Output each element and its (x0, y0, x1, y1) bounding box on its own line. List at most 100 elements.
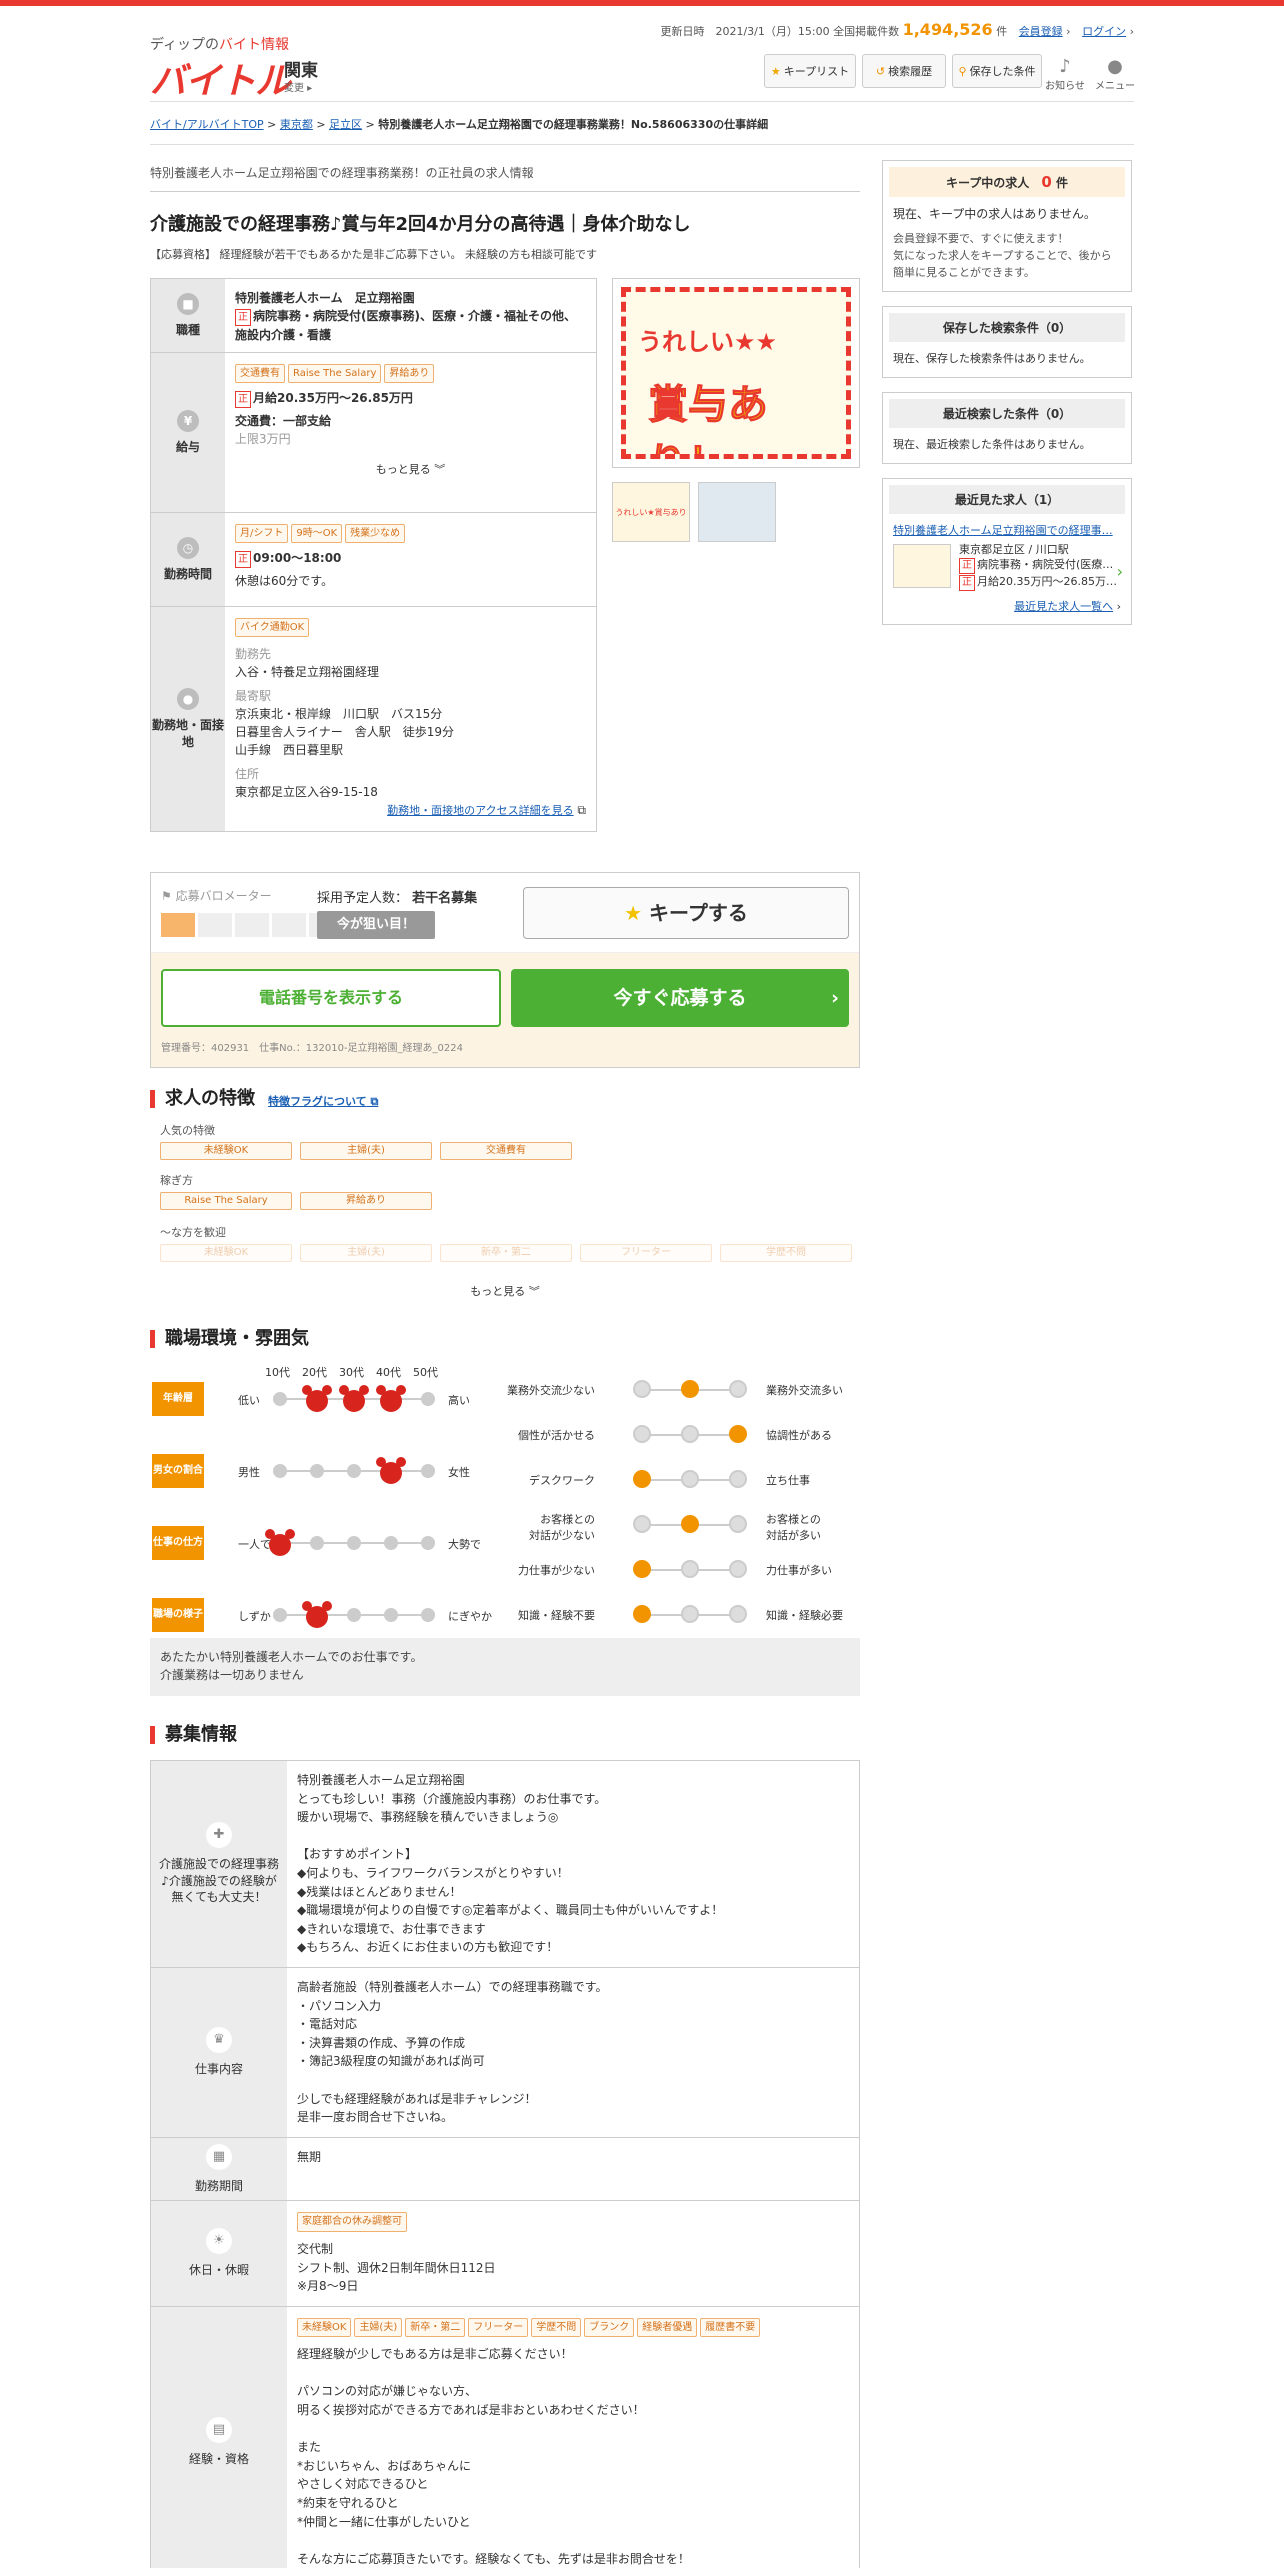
scale-dot (729, 1425, 747, 1443)
saved-conditions-button[interactable]: ⚲ 保存した条件 (952, 54, 1042, 88)
hours-tag: 月/シフト (235, 524, 289, 543)
search-icon: ⚲ (958, 64, 967, 78)
scale-dot (681, 1380, 699, 1398)
welcome-feature-tag: 主婦(夫) (300, 1244, 432, 1262)
job-main-photo[interactable]: うれしい★★賞与あり！ (612, 278, 860, 468)
apply-now-button[interactable]: 今すぐ応募する › (511, 969, 849, 1027)
breadcrumb-city[interactable]: 足立区 (329, 118, 362, 131)
env-marker-icon (302, 1601, 332, 1628)
main-content: 特別養護老人ホーム足立翔裕園での経理事務業務！の正社員の求人情報 介護施設での経… (150, 160, 860, 2568)
scale-right-label: 力仕事が多い (766, 1564, 832, 1577)
logo-tagline: ディップのバイト情報 (150, 37, 290, 53)
scale-dot (633, 1560, 651, 1578)
recruit-row: ✚ 介護施設での経理事務♪介護施設での経験が無くても大丈夫！ 特別養護老人ホーム足立… (151, 1761, 859, 1968)
salary-more-button[interactable]: もっと見る ︾ (235, 462, 586, 479)
welcome-feature-tag: 未経験OK (160, 1244, 292, 1262)
env-left-label: 低い (238, 1394, 260, 1407)
scale-dot (729, 1605, 747, 1623)
env-dot (421, 1536, 435, 1550)
age-tick-label: 20代 (302, 1366, 327, 1379)
age-tick-label: 40代 (376, 1366, 401, 1379)
total-count: 1,494,526 (902, 20, 993, 39)
env-marker-icon (302, 1385, 332, 1412)
sidebar: キープ中の求人 0 件 現在、キープ中の求人はありません。 会員登録不要で、すぐに… (882, 160, 1132, 639)
env-left-label: しずか (238, 1610, 271, 1623)
site-logo[interactable]: バイトル (150, 52, 291, 104)
keep-count: 0 (1041, 173, 1052, 191)
recruit-row-icon: ▦ (206, 2143, 232, 2170)
recruit-row-icon: ☀ (206, 2228, 232, 2255)
env-marker-icon (376, 1385, 406, 1412)
recruit-tag: 家庭都合の休み調整可 (297, 2212, 407, 2232)
recruit-row-label: 介護施設での経理事務♪介護施設での経験が無くても大丈夫！ (158, 1856, 279, 1905)
recruit-tag: ブランク (584, 2317, 635, 2338)
recruit-row-icon: ✚ (206, 1821, 232, 1848)
scale-right-label: 業務外交流多い (766, 1384, 843, 1397)
features-heading: 求人の特徴 (150, 1090, 255, 1108)
breadcrumb-top[interactable]: バイト/アルバイトTOP (150, 118, 264, 131)
hours-tag: 残業少なめ (345, 524, 406, 543)
welcome-feature-tag: 新卒・第二 (440, 1244, 572, 1262)
scale-dot (681, 1470, 699, 1488)
welcome-feature-tag: フリーター (580, 1244, 712, 1262)
scale-dot (681, 1425, 699, 1443)
register-link[interactable]: 会員登録 (1019, 25, 1063, 38)
env-dot (273, 1608, 287, 1622)
meter-cell (235, 913, 269, 937)
env-left-label: 男性 (238, 1466, 260, 1479)
thumbnail-2[interactable] (698, 482, 776, 542)
show-phone-button[interactable]: 電話番号を表示する (161, 969, 501, 1027)
region-change-link[interactable]: 変更 ▸ (284, 79, 312, 94)
scale-dot (681, 1515, 699, 1533)
env-dot (310, 1536, 324, 1550)
keep-button[interactable]: ★ キープする (523, 887, 849, 939)
recruit-row-label: 休日・休暇 (188, 2263, 249, 2278)
env-right-label: 高い (448, 1394, 470, 1407)
viewed-job-link[interactable]: 特別養護老人ホーム足立翔裕園での経理事… (893, 522, 1121, 539)
scale-left-label: お客様との 対話が少ない (529, 1513, 595, 1542)
clock-icon: ◷ (177, 537, 199, 559)
breadcrumb-pref[interactable]: 東京都 (280, 118, 313, 131)
history-icon: ↺ (875, 64, 886, 78)
recruit-row-body: 特別養護老人ホーム足立翔裕園 とっても珍しい！事務（介護施設内事務）のお仕事です… (297, 1773, 724, 1955)
recruit-table: ✚ 介護施設での経理事務♪介護施設での経験が無くても大丈夫！ 特別養護老人ホーム足立… (150, 1760, 860, 2568)
env-dot (273, 1464, 287, 1478)
login-link[interactable]: ログイン (1082, 25, 1126, 38)
age-tick-label: 10代 (265, 1366, 290, 1379)
chevron-right-icon[interactable]: › (1117, 560, 1123, 585)
scale-left-label: 業務外交流少ない (507, 1384, 595, 1397)
breadcrumb: バイト/アルバイトTOP > 東京都 > 足立区 > 特別養護老人ホーム足立翔裕… (150, 101, 1134, 145)
user-icon: ● (1107, 56, 1123, 77)
env-left-label: 一人で (238, 1538, 271, 1551)
feature-flag-link[interactable]: 特徴フラグについて ⧉ (268, 1093, 378, 1109)
viewed-all-link[interactable]: 最近見た求人一覧へ (1014, 600, 1113, 613)
env-dot (347, 1608, 361, 1622)
env-dot (421, 1392, 435, 1406)
saved-search-box: 保存した検索条件（0） 現在、保存した検索条件はありません。 (882, 305, 1132, 378)
menu-button[interactable]: ● メニュー (1090, 56, 1140, 92)
scale-dot (633, 1605, 651, 1623)
meter-cell (272, 913, 306, 937)
viewed-thumbnail[interactable] (893, 543, 951, 588)
env-right-label: 大勢で (448, 1538, 481, 1551)
place-tag: バイク通勤OK (235, 618, 310, 637)
earn-feature-tag: Raise The Salary (160, 1192, 292, 1210)
welcome-label: ～な方を歓迎 (160, 1226, 226, 1239)
access-detail-link[interactable]: 勤務地・面接地のアクセス詳細を見る (387, 804, 573, 817)
thumbnail-1[interactable]: うれしい★賞与あり (612, 482, 690, 542)
popular-label: 人気の特徴 (160, 1124, 215, 1137)
salary-value: 月給20.35万円～26.85万円 (253, 391, 413, 405)
search-history-button[interactable]: ↺ 検索履歴 (862, 54, 946, 88)
recruit-row: ♛ 仕事内容 高齢者施設（特別養護老人ホーム）での経理事務職です。 ・パソコン入力 … (151, 1967, 859, 2138)
env-dot (384, 1608, 398, 1622)
recruit-row-icon: ▤ (206, 2417, 232, 2444)
scale-dot (633, 1515, 651, 1533)
scale-left-label: 力仕事が少ない (518, 1564, 595, 1577)
briefcase-icon: ■ (177, 293, 199, 315)
photo-thumbnails: うれしい★賞与あり (612, 482, 776, 542)
features-more-button[interactable]: もっと見る ︾ (150, 1283, 860, 1299)
notice-button[interactable]: ♪ お知らせ (1040, 56, 1090, 92)
keep-list-button[interactable]: ★ キープリスト (764, 54, 856, 88)
recruit-row-body: 家庭都合の休み調整可 交代制 シフト制、週休2日制年間休日112日 ※月8～9日 (287, 2201, 859, 2305)
scale-right-label: お客様との 対話が多い (766, 1513, 821, 1542)
